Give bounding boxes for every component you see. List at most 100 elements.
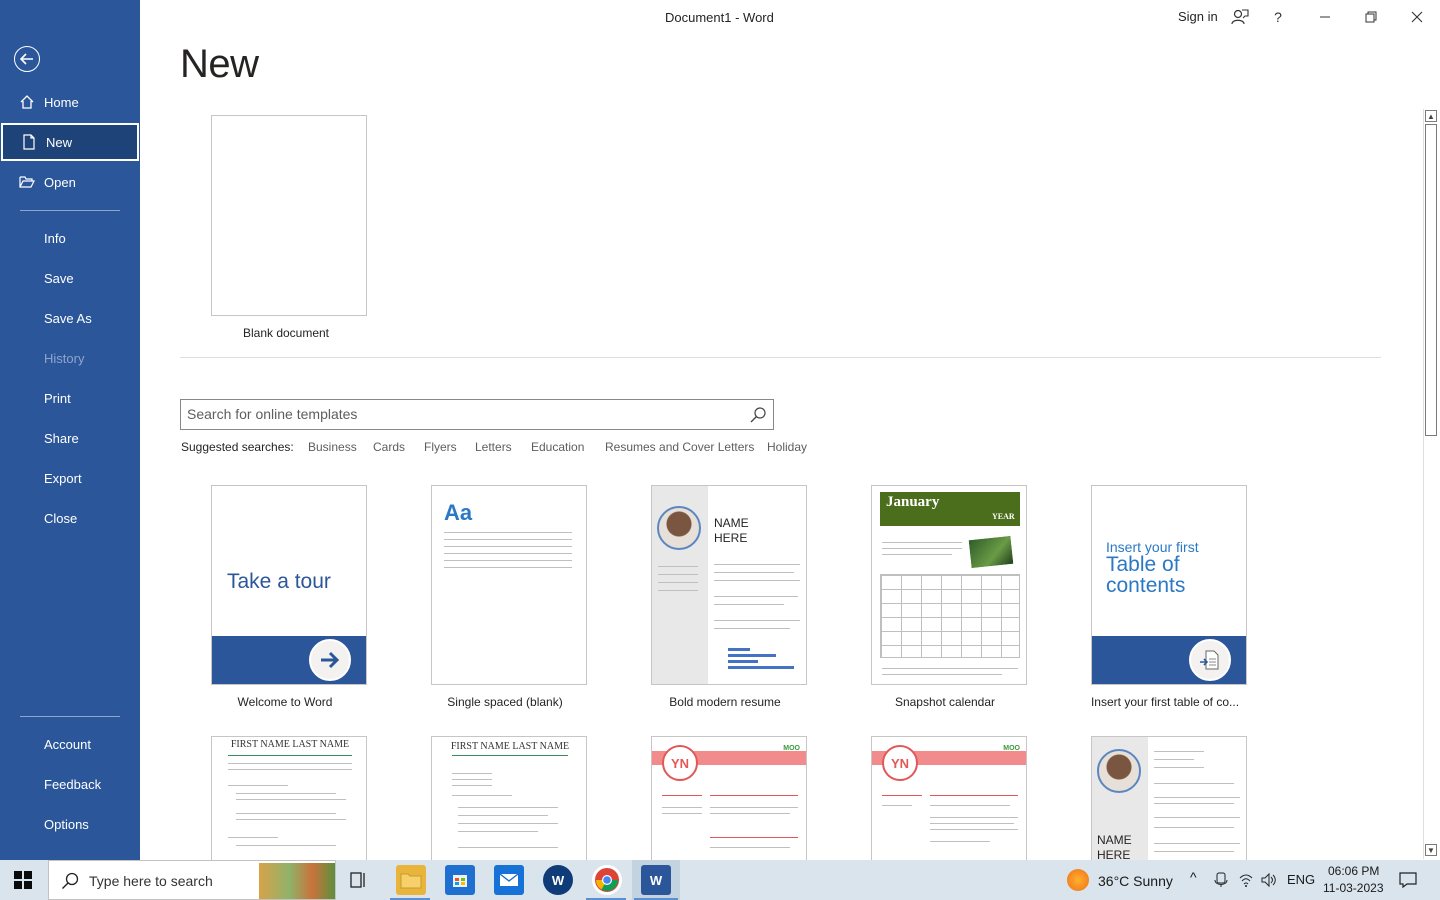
thumbnail-text: YN [882, 745, 918, 781]
sidebar-item-feedback[interactable]: Feedback [0, 765, 140, 803]
resume-photo [1097, 749, 1141, 793]
template-single-spaced[interactable]: Aa [431, 485, 587, 685]
sidebar-item-account[interactable]: Account [0, 725, 140, 763]
sidebar-item-label: Feedback [44, 776, 102, 792]
blank-document-tile[interactable] [211, 115, 367, 316]
calendar-grid [880, 574, 1020, 658]
sidebar-item-label: Account [44, 736, 91, 752]
windows-taskbar: Type here to search W W 36°C Sunny ^ ENG… [0, 860, 1440, 900]
suggested-searches-label: Suggested searches: [181, 440, 294, 454]
thumbnail-text: YEAR [992, 512, 1015, 521]
help-icon[interactable]: ? [1267, 6, 1289, 28]
suggested-link-resumes[interactable]: Resumes and Cover Letters [605, 440, 754, 454]
sidebar-item-label: Export [44, 470, 82, 486]
sidebar-item-label: Share [44, 430, 79, 446]
chrome-icon[interactable] [592, 865, 622, 895]
sidebar-item-home[interactable]: Home [0, 83, 140, 121]
microsoft-store-icon[interactable] [445, 865, 475, 895]
search-icon [62, 872, 79, 889]
coauthor-icon[interactable] [1229, 6, 1251, 28]
volume-icon[interactable] [1260, 872, 1276, 891]
file-explorer-icon[interactable] [396, 865, 426, 895]
sidebar-item-save[interactable]: Save [0, 259, 140, 297]
scroll-up-arrow-icon[interactable]: ▲ [1425, 110, 1437, 122]
backstage-sidebar: Home New Open Info Save Save As History … [0, 0, 140, 860]
template-bold-modern-resume[interactable]: NAME HERE [651, 485, 807, 685]
scrollbar-thumb[interactable] [1425, 124, 1437, 436]
sidebar-item-open[interactable]: Open [0, 163, 140, 201]
suggested-link-holiday[interactable]: Holiday [767, 440, 807, 454]
folder-open-icon [19, 176, 35, 188]
suggested-link-cards[interactable]: Cards [373, 440, 405, 454]
calendar-photo [966, 533, 1016, 571]
sidebar-item-new[interactable]: New [1, 123, 139, 161]
template-snapshot-calendar[interactable]: January YEAR [871, 485, 1027, 685]
thumbnail-text: FIRST NAME LAST NAME [230, 739, 350, 750]
search-icon[interactable] [749, 406, 767, 424]
template-resume-yn-2[interactable]: YN MOO [871, 736, 1027, 860]
thumbnail-text: NAME [714, 516, 749, 530]
thumbnail-text: Aa [444, 500, 473, 525]
clock-date[interactable]: 11-03-2023 [1323, 881, 1384, 895]
thumbnail-text: FIRST NAME LAST NAME [450, 741, 570, 752]
sidebar-divider [20, 716, 120, 717]
back-arrow-icon[interactable] [14, 46, 40, 72]
sidebar-item-print[interactable]: Print [0, 379, 140, 417]
minimize-icon[interactable] [1314, 6, 1336, 28]
sign-in-link[interactable]: Sign in [1178, 9, 1218, 24]
suggested-link-flyers[interactable]: Flyers [424, 440, 457, 454]
arrow-right-icon [309, 639, 351, 681]
template-label: Bold modern resume [669, 695, 781, 709]
taskbar-search-box[interactable]: Type here to search [48, 860, 336, 900]
scroll-down-arrow-icon[interactable]: ▼ [1425, 844, 1437, 856]
sidebar-item-label: Close [44, 510, 78, 526]
restore-icon[interactable] [1360, 6, 1382, 28]
sidebar-item-label: Home [44, 94, 79, 110]
sidebar-item-share[interactable]: Share [0, 419, 140, 457]
template-search-box[interactable] [180, 399, 774, 430]
sidebar-item-label: Print [44, 390, 71, 406]
chevron-up-icon[interactable]: ^ [1190, 869, 1197, 885]
template-label: Single spaced (blank) [447, 695, 563, 709]
sidebar-item-info[interactable]: Info [0, 219, 140, 257]
language-indicator[interactable]: ENG [1287, 872, 1315, 887]
template-label: Welcome to Word [237, 695, 333, 709]
template-table-of-contents[interactable]: Insert your first Table of contents [1091, 485, 1247, 685]
word-icon[interactable]: W [641, 865, 671, 895]
windows-start-icon[interactable] [14, 871, 32, 894]
suggested-link-education[interactable]: Education [531, 440, 584, 454]
template-label: Insert your first table of co... [1090, 695, 1240, 709]
sidebar-item-options[interactable]: Options [0, 805, 140, 843]
thumbnail-text: NAME [1097, 833, 1132, 847]
notifications-icon[interactable] [1399, 871, 1417, 892]
sidebar-item-label: Info [44, 230, 66, 246]
template-cover-letter[interactable]: NAME HERE [1091, 736, 1247, 860]
window-title: Document1 - Word [665, 10, 774, 25]
weather-sun-icon[interactable] [1067, 869, 1089, 891]
task-view-icon[interactable] [348, 870, 368, 895]
meet-now-icon[interactable] [1214, 872, 1228, 891]
sidebar-item-label: Open [44, 174, 76, 190]
weather-text[interactable]: 36°C Sunny [1098, 873, 1173, 889]
clock-time[interactable]: 06:06 PM [1328, 864, 1379, 878]
template-resume-classic[interactable]: FIRST NAME LAST NAME [211, 736, 367, 860]
template-resume-yn-1[interactable]: YN MOO [651, 736, 807, 860]
search-input[interactable] [187, 406, 727, 422]
sidebar-item-label: New [46, 134, 73, 150]
network-icon[interactable] [1238, 872, 1254, 891]
suggested-link-business[interactable]: Business [308, 440, 357, 454]
mail-icon[interactable] [494, 865, 524, 895]
sidebar-item-export[interactable]: Export [0, 459, 140, 497]
sidebar-item-close[interactable]: Close [0, 499, 140, 537]
section-divider [180, 357, 1381, 358]
template-label: Snapshot calendar [894, 695, 996, 709]
sidebar-item-save-as[interactable]: Save As [0, 299, 140, 337]
sidebar-item-label: Save As [44, 310, 92, 326]
thumbnail-text: MOO [1003, 745, 1020, 752]
close-window-icon[interactable] [1406, 6, 1428, 28]
template-welcome-to-word[interactable]: Take a tour [211, 485, 367, 685]
browser-w-icon[interactable]: W [543, 865, 573, 895]
template-resume-modern[interactable]: FIRST NAME LAST NAME [431, 736, 587, 860]
title-bar: Document1 - Word Sign in ? [140, 0, 1440, 34]
suggested-link-letters[interactable]: Letters [475, 440, 512, 454]
